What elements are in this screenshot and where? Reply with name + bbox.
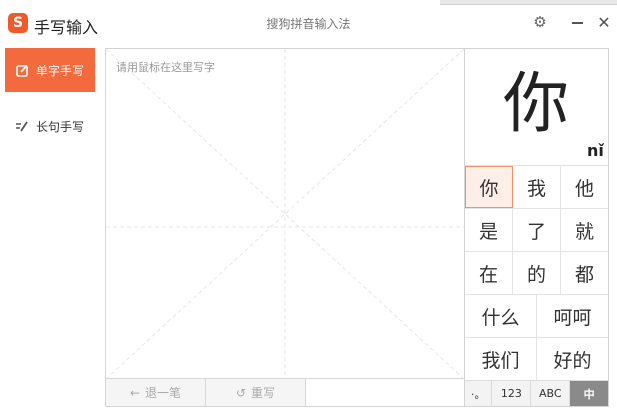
candidate-row: 我们 好的 — [465, 338, 608, 381]
chinese-button[interactable]: 中 — [570, 381, 609, 406]
single-char-mode-button[interactable]: 单字手写 — [5, 48, 95, 92]
refresh-icon: ↺ — [235, 385, 247, 400]
minimize-icon — [571, 22, 583, 24]
candidate-panel: 你 nǐ 你 我 他 是 了 就 在 的 都 什么 呵呵 我们 好的 ·。 12… — [464, 48, 609, 407]
window-title: 搜狗拼音输入法 — [266, 17, 351, 31]
background-window-strip — [440, 0, 617, 5]
candidate-preview: 你 nǐ — [465, 49, 608, 166]
undo-stroke-button[interactable]: ← 退一笔 — [106, 379, 206, 406]
undo-stroke-label: 退一笔 — [145, 386, 182, 400]
rewrite-button[interactable]: ↺ 重写 — [206, 379, 306, 406]
pad-actions: ← 退一笔 ↺ 重写 — [106, 378, 464, 406]
preview-character: 你 — [503, 65, 569, 142]
candidate-cell[interactable]: 呵呵 — [537, 295, 608, 337]
close-button[interactable]: ✕ — [595, 13, 613, 32]
punctuation-button[interactable]: ·。 — [465, 381, 493, 406]
candidate-row: 什么 呵呵 — [465, 295, 608, 338]
handwriting-pad[interactable]: 请用鼠标在这里写字 ← 退一笔 ↺ 重写 — [105, 48, 465, 407]
minimize-button[interactable] — [568, 13, 586, 31]
preview-pinyin: nǐ — [587, 141, 604, 160]
sentence-mode-button[interactable]: 长句手写 — [5, 104, 95, 148]
mode-sidebar: 单字手写 长句手写 — [0, 44, 105, 411]
candidate-cell[interactable]: 都 — [561, 252, 608, 294]
sentence-pen-icon — [15, 119, 29, 133]
candidate-cell[interactable]: 是 — [465, 209, 513, 251]
candidate-row: 你 我 他 — [465, 166, 608, 209]
settings-icon[interactable]: ⚙ — [531, 13, 549, 31]
arrow-left-icon: ← — [129, 385, 141, 400]
candidate-cell[interactable]: 你 — [465, 166, 513, 208]
rewrite-label: 重写 — [251, 386, 276, 400]
pen-square-icon — [15, 63, 29, 77]
pad-hint: 请用鼠标在这里写字 — [116, 61, 215, 74]
candidate-cell[interactable]: 什么 — [465, 295, 537, 337]
pad-guide-lines — [106, 49, 464, 379]
candidate-cell[interactable]: 我们 — [465, 338, 537, 380]
candidate-cell[interactable]: 好的 — [537, 338, 608, 380]
candidate-row: 在 的 都 — [465, 252, 608, 295]
candidate-row: 是 了 就 — [465, 209, 608, 252]
candidate-cell[interactable]: 我 — [513, 166, 561, 208]
title-bar: S 手写输入 搜狗拼音输入法 ⚙ ✕ — [0, 0, 617, 44]
candidate-cell[interactable]: 他 — [561, 166, 608, 208]
sentence-mode-label: 长句手写 — [36, 119, 85, 134]
letters-button[interactable]: ABC — [531, 381, 571, 406]
input-type-bar: ·。 123 ABC 中 — [465, 380, 609, 406]
candidate-cell[interactable]: 的 — [513, 252, 561, 294]
candidate-cell[interactable]: 了 — [513, 209, 561, 251]
single-char-mode-label: 单字手写 — [36, 63, 85, 78]
pad-actions-spacer — [306, 379, 464, 406]
candidate-cell[interactable]: 就 — [561, 209, 608, 251]
candidate-cell[interactable]: 在 — [465, 252, 513, 294]
numbers-button[interactable]: 123 — [492, 381, 532, 406]
